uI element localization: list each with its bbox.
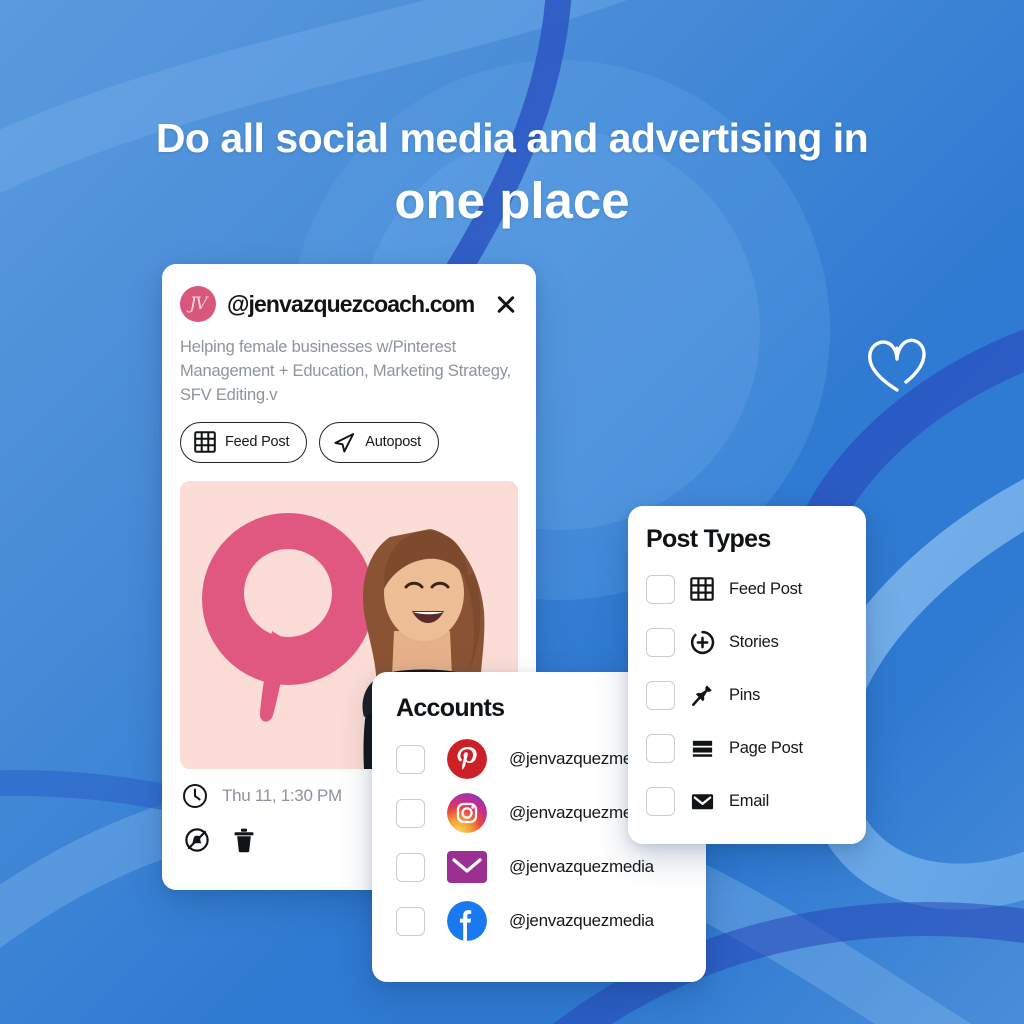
headline-line-2: one place: [394, 171, 630, 229]
list-item[interactable]: Feed Post: [646, 568, 866, 610]
email-icon: [447, 847, 487, 887]
post-types-panel: Post Types Feed Post Stories Pins Page P…: [628, 506, 866, 844]
account-checkbox[interactable]: [396, 852, 425, 882]
post-type-checkbox[interactable]: [646, 680, 675, 710]
post-types-list: Feed Post Stories Pins Page Post Email: [628, 554, 866, 822]
pin-icon: [689, 683, 715, 708]
instagram-icon: [447, 793, 487, 833]
avatar-monogram: JV: [189, 294, 207, 314]
post-type-checkbox[interactable]: [646, 733, 675, 763]
poster-canvas: Do all social media and advertising in o…: [0, 0, 1024, 1024]
list-item[interactable]: Pins: [646, 674, 866, 716]
account-handle-label: @jenvazquezmedia: [509, 857, 654, 876]
clock-icon: [183, 783, 207, 808]
post-type-label: Feed Post: [729, 579, 802, 598]
chip-feed-post[interactable]: Feed Post: [180, 421, 308, 463]
pinterest-icon: [447, 739, 487, 779]
list-item[interactable]: Email: [646, 780, 866, 822]
grid-icon: [689, 577, 715, 601]
account-checkbox[interactable]: [396, 906, 425, 936]
page-title: Do all social media and advertising in o…: [0, 115, 1024, 229]
post-type-checkbox[interactable]: [646, 786, 675, 816]
page-post-icon: [689, 736, 715, 761]
chip-label: Autopost: [365, 434, 421, 451]
heart-doodle-icon: [868, 338, 926, 392]
post-type-checkbox[interactable]: [646, 627, 675, 657]
avatar: JV: [180, 286, 216, 322]
paper-plane-icon: [334, 432, 355, 453]
list-item[interactable]: Page Post: [646, 727, 866, 769]
schedule-time: Thu 11, 1:30 PM: [222, 785, 342, 805]
mute-icon[interactable]: [184, 827, 210, 853]
trash-icon[interactable]: [232, 827, 256, 853]
list-item[interactable]: @jenvazquezmedia: [396, 899, 706, 943]
account-checkbox[interactable]: [396, 744, 425, 774]
list-item[interactable]: Stories: [646, 621, 866, 663]
account-description: Helping female businesses w/Pinterest Ma…: [180, 338, 511, 404]
facebook-icon: [447, 901, 487, 941]
post-card-chips: Feed Post Autopost: [162, 408, 536, 463]
list-item[interactable]: @jenvazquezmedia: [396, 845, 706, 889]
account-checkbox[interactable]: [396, 798, 425, 828]
account-handle-label: @jenvazquezmedia: [509, 911, 654, 930]
post-type-label: Stories: [729, 632, 779, 651]
envelope-icon: [689, 789, 715, 814]
post-type-label: Page Post: [729, 738, 803, 757]
stories-icon: [689, 630, 715, 655]
chip-autopost[interactable]: Autopost: [319, 421, 439, 463]
post-type-label: Pins: [729, 685, 761, 704]
post-type-label: Email: [729, 791, 770, 810]
close-icon[interactable]: [494, 292, 518, 316]
grid-icon: [194, 431, 216, 454]
headline-line-1: Do all social media and advertising in: [155, 115, 869, 161]
post-types-panel-title: Post Types: [646, 525, 771, 553]
post-type-checkbox[interactable]: [646, 574, 675, 604]
chip-label: Feed Post: [225, 434, 290, 451]
post-card-header: JV @jenvazquezcoach.com: [162, 264, 536, 322]
account-handle: @jenvazquezcoach.com: [227, 290, 475, 317]
